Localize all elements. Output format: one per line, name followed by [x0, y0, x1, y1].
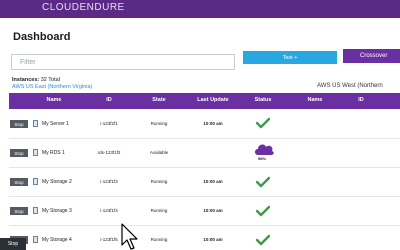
mouse-cursor-icon	[121, 223, 138, 250]
cloud-sync-icon	[255, 144, 274, 155]
row-last-update: 10:00 am	[203, 237, 223, 242]
row-name[interactable]: My Server 1	[42, 121, 69, 127]
stop-button[interactable]: Stop	[10, 120, 28, 128]
table-row: Stop My Server 1 i-123f2f1 Running 10:00…	[9, 110, 400, 137]
row-id: i-123f1f4	[100, 208, 118, 213]
check-icon	[256, 205, 270, 217]
table-row: Stop My RDS 1 rds-123f1f2 Available 98%	[9, 139, 400, 166]
table-header: Name ID State Last Update Status Name ID	[9, 93, 400, 109]
row-state: Running	[150, 237, 168, 242]
header-target-name[interactable]: Name	[295, 97, 335, 103]
source-region[interactable]: AWS US East (Northern Virginia)	[12, 84, 92, 90]
row-state: Running	[150, 121, 168, 126]
table-row: Stop My Storage 3 i-123f1f4 Running 10:0…	[9, 197, 400, 224]
header-target-id[interactable]: ID	[341, 97, 381, 103]
row-last-update: 10:00 am	[203, 179, 223, 184]
row-state: Available	[149, 150, 169, 155]
brand-logo: CLOUDENDURE	[42, 2, 125, 13]
instances-label: Instances:	[12, 77, 40, 83]
row-name[interactable]: My Storage 2	[42, 179, 72, 185]
database-icon	[33, 149, 38, 156]
storage-icon	[33, 178, 38, 185]
test-button[interactable]: Test +	[243, 51, 337, 64]
row-name[interactable]: My RDS 1	[42, 150, 65, 156]
row-id: rds-123f1f2	[97, 150, 121, 155]
header-id[interactable]: ID	[81, 97, 137, 103]
top-bar: CLOUDENDURE	[0, 0, 400, 18]
instances-summary: Instances: 32 Total	[12, 77, 60, 83]
check-icon	[256, 176, 270, 188]
stop-button[interactable]: Stop	[10, 207, 28, 215]
table-row: Stop My Storage 4 i-123f1f5 Running 10:0…	[9, 226, 400, 250]
instances-value: 32 Total	[40, 77, 60, 83]
target-region: AWS US West (Northern	[317, 83, 383, 89]
header-status[interactable]: Status	[247, 97, 279, 103]
check-icon	[256, 234, 270, 246]
server-icon	[33, 120, 38, 127]
filter-input[interactable]	[11, 54, 235, 70]
storage-icon	[33, 207, 38, 214]
progress-percent: 98%	[258, 156, 267, 161]
crossover-button[interactable]: Crossover	[343, 49, 400, 63]
row-state: Running	[150, 179, 168, 184]
header-state[interactable]: State	[143, 97, 175, 103]
row-id: i-123f1f3	[100, 179, 118, 184]
row-name[interactable]: My Storage 4	[42, 237, 72, 243]
check-icon	[256, 117, 270, 129]
stop-button[interactable]: Stop	[10, 149, 28, 157]
row-last-update: 10:00 am	[203, 121, 223, 126]
row-id: i-123f2f1	[100, 121, 118, 126]
header-name[interactable]: Name	[29, 97, 79, 103]
table-row: Stop My Storage 2 i-123f1f3 Running 10:0…	[9, 168, 400, 195]
page-title: Dashboard	[13, 31, 71, 43]
row-last-update: 10:00 am	[203, 208, 223, 213]
row-state: Running	[150, 208, 168, 213]
storage-icon	[33, 236, 38, 243]
row-name[interactable]: My Storage 3	[42, 208, 72, 214]
taskbar-stop-button[interactable]: Stop	[0, 238, 26, 250]
stop-button[interactable]: Stop	[10, 178, 28, 186]
header-last-update[interactable]: Last Update	[189, 97, 237, 103]
